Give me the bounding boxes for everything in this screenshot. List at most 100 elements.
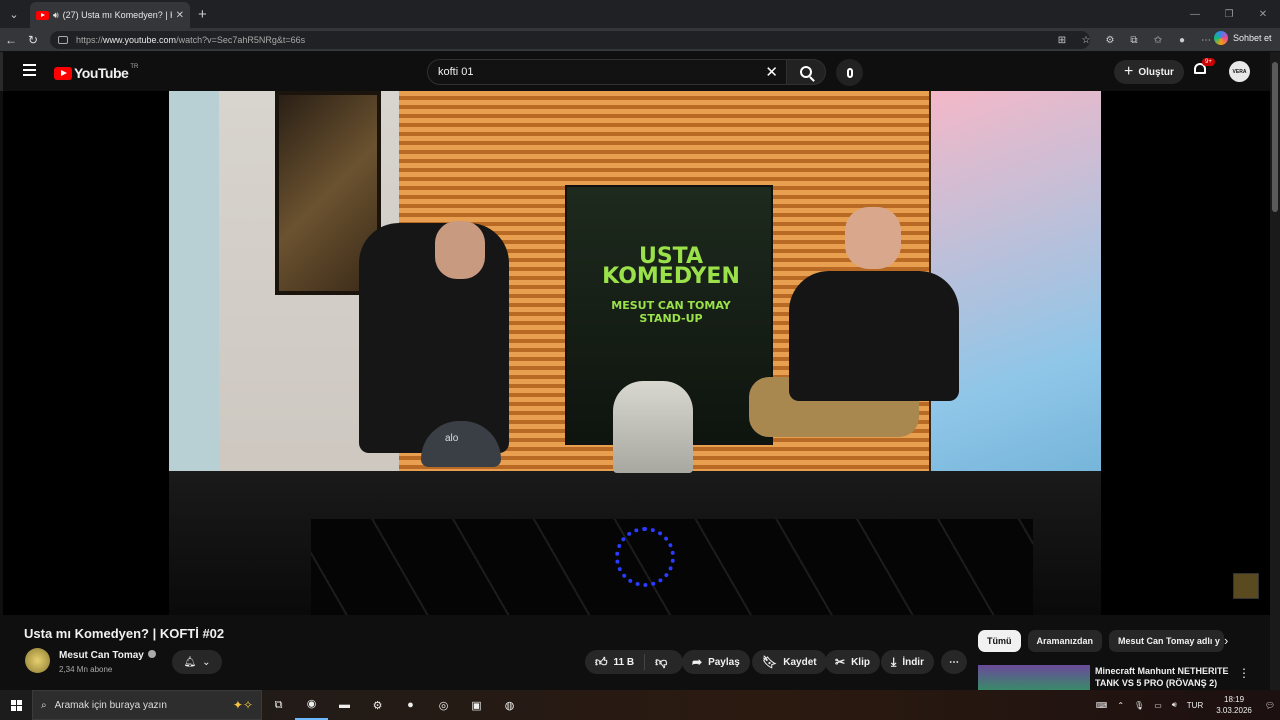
recommendation-title[interactable]: Minecraft Manhunt NETHERITE TANK VS 5 PR… — [1095, 665, 1230, 689]
chip-all[interactable]: Tümü — [978, 630, 1021, 652]
collections-icon[interactable]: ⧉ — [1122, 35, 1146, 46]
clip-label: Klip — [851, 656, 870, 668]
youtube-favicon-icon — [36, 10, 49, 20]
browser-titlebar: ⌄ 🔊︎ (27) Usta mı Komedyen? | KOF ✕ + — … — [0, 0, 1280, 28]
start-button[interactable] — [0, 699, 32, 711]
channel-watermark-icon[interactable] — [1233, 573, 1259, 599]
scene-person-right-head — [845, 207, 901, 269]
network-icon[interactable]: ▭ — [1154, 701, 1162, 710]
chip-from-search[interactable]: Aramanızdan — [1027, 630, 1103, 652]
app-icon[interactable]: ▣ — [460, 699, 493, 712]
new-tab-button[interactable]: + — [198, 6, 207, 23]
chevron-right-icon[interactable]: › — [1224, 633, 1228, 648]
chrome-icon[interactable]: ◎ — [427, 699, 460, 712]
window-controls: — ❐ ✕ — [1178, 0, 1280, 28]
chip-channel[interactable]: Mesut Can Tomay adlı y — [1109, 630, 1225, 652]
extensions-icon[interactable]: ⚙ — [1098, 35, 1122, 46]
share-icon: ➦ — [692, 655, 703, 669]
copilot-icon — [1214, 31, 1228, 45]
create-button[interactable]: + Oluştur — [1114, 60, 1184, 84]
search-button[interactable] — [786, 59, 826, 85]
favorite-star-icon[interactable]: ☆ — [1074, 35, 1098, 46]
search-input[interactable]: kofti 01 ✕ — [427, 59, 787, 85]
system-tray: ⌨ ⌃ 🎙︎ ▭ 🔊︎ TUR 18:19 3.03.2026 💬︎ — [1091, 690, 1280, 720]
download-label: İndir — [902, 656, 924, 668]
windows-icon — [10, 699, 22, 711]
keyboard-icon[interactable]: ⌨ — [1096, 701, 1108, 710]
speaker-icon[interactable]: 🔊︎ — [53, 10, 59, 21]
taskbar-search[interactable]: ⌕ Aramak için buraya yazın ✦✧ — [32, 690, 262, 720]
spotify-icon[interactable]: ● — [394, 699, 427, 711]
split-screen-icon[interactable]: ⊞ — [1050, 35, 1074, 46]
back-icon[interactable]: ← — [0, 33, 22, 47]
scene-person-left — [359, 223, 509, 453]
microphone-icon[interactable]: 🎙︎ — [1134, 701, 1144, 710]
recommendation-thumbnail[interactable] — [978, 665, 1090, 690]
favorites-icon[interactable]: ✩ — [1146, 35, 1170, 46]
save-label: Kaydet — [783, 656, 817, 668]
channel-name[interactable]: Mesut Can Tomay — [59, 650, 156, 661]
youtube-play-icon — [54, 66, 72, 80]
channel-avatar[interactable] — [25, 648, 50, 673]
close-window-icon[interactable]: ✕ — [1246, 0, 1280, 28]
search-value: kofti 01 — [438, 66, 474, 78]
share-button[interactable]: ➦ Paylaş — [682, 650, 750, 674]
browser-tab[interactable]: 🔊︎ (27) Usta mı Komedyen? | KOF ✕ — [30, 2, 190, 28]
video-title: Usta mı Komedyen? | KOFTİ #02 — [24, 626, 225, 641]
save-button[interactable]: 🔖︎ Kaydet — [752, 650, 827, 674]
file-explorer-icon[interactable]: ▬ — [328, 699, 361, 711]
bookmark-icon: 🔖︎ — [762, 655, 778, 669]
minimize-icon[interactable]: — — [1178, 0, 1212, 28]
clock[interactable]: 18:19 3.03.2026 — [1216, 694, 1252, 716]
clip-button[interactable]: ✂ Klip — [825, 650, 880, 674]
more-actions-button[interactable]: ⋯ — [941, 650, 967, 674]
video-frame[interactable]: USTA KOMEDYEN MESUT CAN TOMAY STAND-UP alo — [169, 91, 1101, 615]
url-prefix: https:// — [76, 35, 104, 45]
tab-list-button[interactable]: ⌄ — [2, 3, 26, 25]
sparkle-icon: ✦✧ — [232, 698, 253, 712]
clear-search-icon[interactable]: ✕ — [765, 63, 778, 81]
notifications-button[interactable]: 9+ — [1194, 58, 1215, 78]
microphone-icon — [846, 67, 853, 78]
download-button[interactable]: ⤓ İndir — [881, 650, 934, 674]
youtube-logo[interactable]: YouTube TR — [54, 64, 139, 81]
site-info-icon[interactable] — [58, 36, 68, 44]
taskbar-search-placeholder: Aramak için buraya yazın — [54, 699, 167, 711]
recommendation-menu-icon[interactable]: ⋮ — [1238, 666, 1250, 680]
account-avatar[interactable]: VERA — [1229, 61, 1250, 82]
voice-search-button[interactable] — [836, 59, 863, 86]
language-indicator[interactable]: TUR — [1187, 701, 1203, 710]
scene-horse-statue — [613, 381, 693, 473]
steam-icon[interactable]: ⚙ — [361, 699, 394, 712]
dislike-button[interactable]: 👎︎ — [645, 655, 677, 670]
restore-icon[interactable]: ❐ — [1212, 0, 1246, 28]
edge-icon[interactable]: ◉ — [295, 690, 328, 720]
video-details: Usta mı Komedyen? | KOFTİ #02 Mesut Can … — [0, 615, 1270, 690]
refresh-icon[interactable]: ↻ — [22, 33, 44, 47]
copilot-button[interactable]: Sohbet et — [1214, 31, 1272, 45]
profile-icon[interactable]: ● — [1170, 35, 1194, 46]
subscription-bell-button[interactable]: 🔔︎ ⌄ — [172, 650, 222, 674]
page-scrollbar[interactable] — [1270, 52, 1280, 690]
url-field[interactable]: https://www.youtube.com/watch?v=Sec7ahR5… — [50, 31, 1090, 49]
youtube-wordmark: YouTube — [74, 65, 129, 81]
menu-icon[interactable] — [23, 64, 36, 76]
close-tab-icon[interactable]: ✕ — [176, 10, 184, 21]
notifications-icon[interactable]: 💬︎ — [1265, 701, 1275, 710]
address-bar-row: ← ↻ https://www.youtube.com/watch?v=Sec7… — [0, 28, 1280, 52]
scrollbar-thumb[interactable] — [1272, 62, 1278, 212]
search-icon: ⌕ — [41, 699, 47, 711]
discord-icon[interactable]: ◍ — [493, 699, 526, 712]
browser-toolbar-icons: ⊞ ☆ ⚙ ⧉ ✩ ● ⋯ — [1050, 30, 1218, 50]
subscriber-count: 2,34 Mn abone — [59, 665, 113, 674]
like-button[interactable]: 👍︎ 11 B — [585, 654, 646, 670]
tray-chevron-icon[interactable]: ⌃ — [1117, 701, 1124, 710]
volume-icon[interactable]: 🔊︎ — [1172, 700, 1177, 710]
region-code: TR — [130, 64, 139, 70]
thumbs-up-icon: 👍︎ — [595, 654, 608, 669]
video-player[interactable]: USTA KOMEDYEN MESUT CAN TOMAY STAND-UP alo — [3, 91, 1270, 615]
taskbar: ⌕ Aramak için buraya yazın ✦✧ ⧉ ◉ ▬ ⚙ ● … — [0, 690, 1280, 720]
task-view-icon[interactable]: ⧉ — [262, 699, 295, 712]
thumbs-down-icon: 👎︎ — [655, 654, 668, 669]
tab-title: (27) Usta mı Komedyen? | KOF — [62, 10, 172, 20]
